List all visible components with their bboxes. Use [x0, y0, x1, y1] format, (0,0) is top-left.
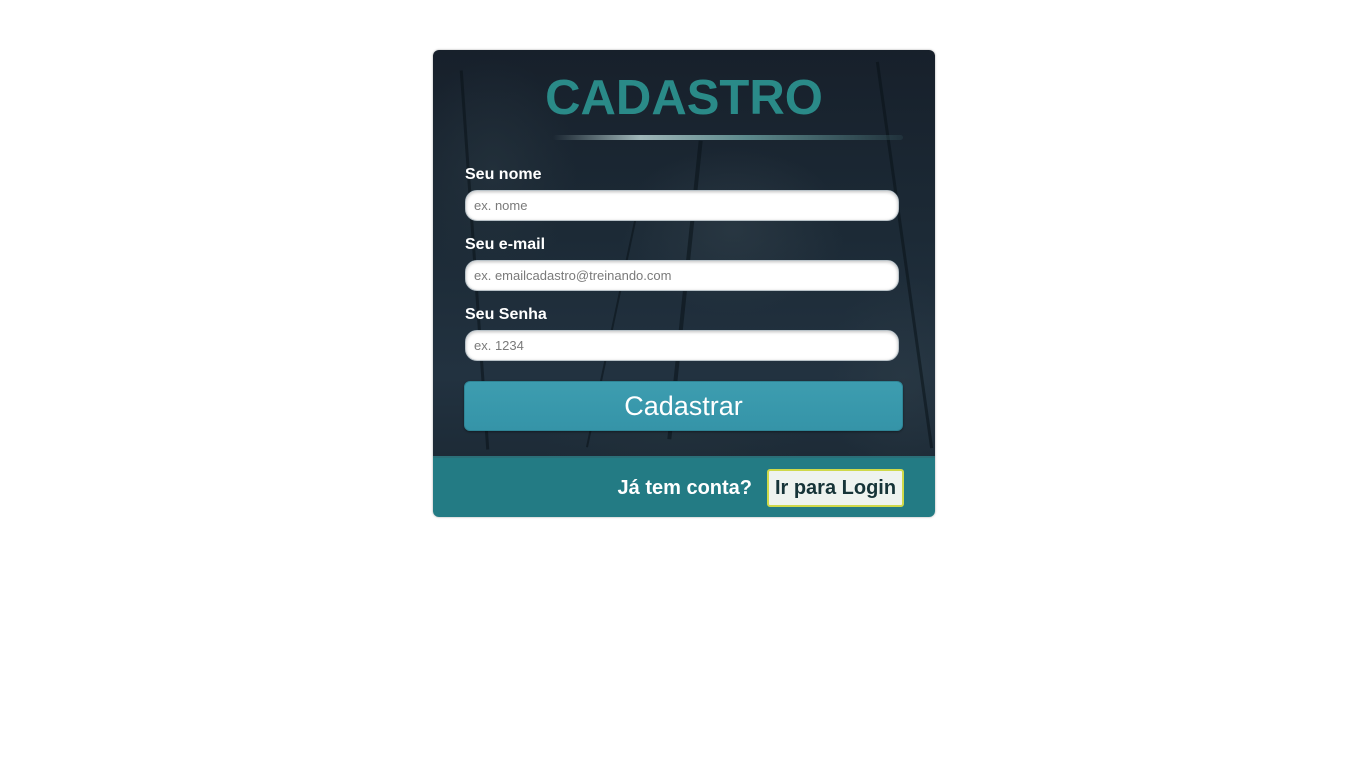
go-to-login-button[interactable]: Ir para Login	[767, 469, 904, 507]
signup-submit-button[interactable]: Cadastrar	[464, 381, 903, 431]
password-label: Seu Senha	[465, 306, 547, 323]
login-question: Já tem conta?	[617, 477, 752, 499]
email-input[interactable]	[465, 260, 899, 291]
login-footer: Já tem conta? Ir para Login	[433, 456, 935, 517]
name-label: Seu nome	[465, 166, 542, 183]
page-title: CADASTRO	[545, 71, 823, 125]
email-label: Seu e-mail	[465, 236, 546, 253]
name-input[interactable]	[465, 190, 899, 221]
password-input[interactable]	[465, 330, 899, 361]
title-divider	[553, 135, 903, 140]
signup-card: CADASTRO Seu nome Seu e-mail Seu Senha C…	[433, 50, 935, 517]
form-panel: CADASTRO Seu nome Seu e-mail Seu Senha C…	[433, 50, 935, 456]
